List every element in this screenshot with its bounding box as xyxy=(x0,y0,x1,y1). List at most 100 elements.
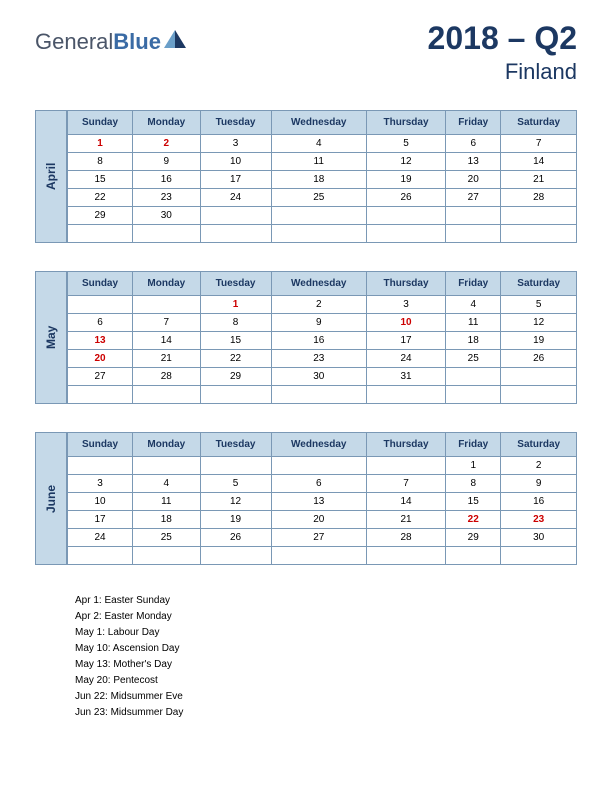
calendar-cell xyxy=(446,386,501,404)
calendar-cell: 3 xyxy=(200,135,271,153)
weekday-header: Monday xyxy=(133,272,201,296)
calendar-cell: 28 xyxy=(133,368,201,386)
calendar-cell: 16 xyxy=(271,332,366,350)
calendar-cell: 6 xyxy=(68,314,133,332)
calendar-cell xyxy=(68,386,133,404)
calendar-cell: 18 xyxy=(271,171,366,189)
holiday-entry: Apr 2: Easter Monday xyxy=(75,609,577,625)
calendar-cell: 8 xyxy=(200,314,271,332)
country-name: Finland xyxy=(428,59,577,85)
calendar-cell xyxy=(446,368,501,386)
calendar-cell: 3 xyxy=(68,475,133,493)
calendar-cell: 3 xyxy=(366,296,445,314)
holiday-entry: Jun 22: Midsummer Eve xyxy=(75,689,577,705)
calendar-cell: 30 xyxy=(133,207,201,225)
calendar-cell: 2 xyxy=(501,457,577,475)
calendar-month-block: JuneSundayMondayTuesdayWednesdayThursday… xyxy=(35,432,577,565)
calendar-cell xyxy=(366,547,445,565)
calendar-cell: 22 xyxy=(446,511,501,529)
calendar-cell xyxy=(366,225,445,243)
calendar-cell xyxy=(501,368,577,386)
weekday-header: Friday xyxy=(446,111,501,135)
calendar-cell: 2 xyxy=(271,296,366,314)
calendar-cell: 14 xyxy=(501,153,577,171)
calendar-cell: 25 xyxy=(446,350,501,368)
calendar-cell xyxy=(501,207,577,225)
calendar-cell: 11 xyxy=(133,493,201,511)
calendar-cell xyxy=(200,457,271,475)
calendar-cell: 8 xyxy=(68,153,133,171)
holiday-entry: Jun 23: Midsummer Day xyxy=(75,705,577,721)
calendar-cell: 5 xyxy=(366,135,445,153)
calendar-cell: 23 xyxy=(133,189,201,207)
calendar-cell: 20 xyxy=(446,171,501,189)
weekday-header: Sunday xyxy=(68,272,133,296)
calendar-cell: 23 xyxy=(501,511,577,529)
calendar-cell: 1 xyxy=(200,296,271,314)
calendar-cell: 9 xyxy=(271,314,366,332)
calendar-row: 12345 xyxy=(68,296,577,314)
calendar-cell: 19 xyxy=(200,511,271,529)
calendar-cell xyxy=(133,547,201,565)
calendar-cell: 26 xyxy=(366,189,445,207)
weekday-header: Tuesday xyxy=(200,272,271,296)
calendar-cell: 13 xyxy=(446,153,501,171)
calendar-cell: 17 xyxy=(68,511,133,529)
month-label: June xyxy=(35,432,67,565)
calendar-grid: SundayMondayTuesdayWednesdayThursdayFrid… xyxy=(67,432,577,565)
calendar-cell: 12 xyxy=(200,493,271,511)
calendar-cell: 22 xyxy=(68,189,133,207)
calendar-row: 10111213141516 xyxy=(68,493,577,511)
calendar-cell: 30 xyxy=(501,529,577,547)
calendar-cell: 19 xyxy=(366,171,445,189)
month-label: May xyxy=(35,271,67,404)
calendar-cell: 29 xyxy=(446,529,501,547)
calendar-cell: 18 xyxy=(446,332,501,350)
calendar-cell xyxy=(271,207,366,225)
weekday-header: Thursday xyxy=(366,272,445,296)
weekday-header: Monday xyxy=(133,111,201,135)
calendar-cell: 4 xyxy=(133,475,201,493)
logo-text-blue: Blue xyxy=(113,29,161,55)
calendar-cell: 21 xyxy=(133,350,201,368)
weekday-header: Monday xyxy=(133,433,201,457)
calendar-row xyxy=(68,386,577,404)
calendar-cell: 18 xyxy=(133,511,201,529)
calendar-cell: 7 xyxy=(501,135,577,153)
weekday-header: Thursday xyxy=(366,433,445,457)
month-label: April xyxy=(35,110,67,243)
holidays-list: Apr 1: Easter SundayApr 2: Easter Monday… xyxy=(75,593,577,721)
calendar-cell: 22 xyxy=(200,350,271,368)
calendar-cell: 14 xyxy=(133,332,201,350)
calendar-cell: 25 xyxy=(133,529,201,547)
calendars-container: AprilSundayMondayTuesdayWednesdayThursda… xyxy=(35,110,577,565)
calendar-row: 3456789 xyxy=(68,475,577,493)
weekday-header: Saturday xyxy=(501,111,577,135)
calendar-cell: 20 xyxy=(271,511,366,529)
weekday-header: Thursday xyxy=(366,111,445,135)
calendar-cell: 28 xyxy=(366,529,445,547)
calendar-row: 2728293031 xyxy=(68,368,577,386)
holiday-entry: May 10: Ascension Day xyxy=(75,641,577,657)
calendar-cell xyxy=(501,225,577,243)
calendar-cell: 14 xyxy=(366,493,445,511)
calendar-cell: 10 xyxy=(68,493,133,511)
weekday-header: Saturday xyxy=(501,433,577,457)
calendar-cell: 20 xyxy=(68,350,133,368)
calendar-cell: 17 xyxy=(366,332,445,350)
weekday-header: Friday xyxy=(446,433,501,457)
calendar-cell: 8 xyxy=(446,475,501,493)
calendar-row: 17181920212223 xyxy=(68,511,577,529)
calendar-cell: 5 xyxy=(200,475,271,493)
calendar-cell: 15 xyxy=(68,171,133,189)
calendar-cell: 24 xyxy=(200,189,271,207)
calendar-cell: 26 xyxy=(501,350,577,368)
holiday-entry: May 1: Labour Day xyxy=(75,625,577,641)
calendar-row: 1234567 xyxy=(68,135,577,153)
calendar-row: 2930 xyxy=(68,207,577,225)
calendar-cell: 29 xyxy=(68,207,133,225)
weekday-header: Wednesday xyxy=(271,111,366,135)
calendar-month-block: MaySundayMondayTuesdayWednesdayThursdayF… xyxy=(35,271,577,404)
calendar-cell: 17 xyxy=(200,171,271,189)
calendar-cell xyxy=(446,225,501,243)
